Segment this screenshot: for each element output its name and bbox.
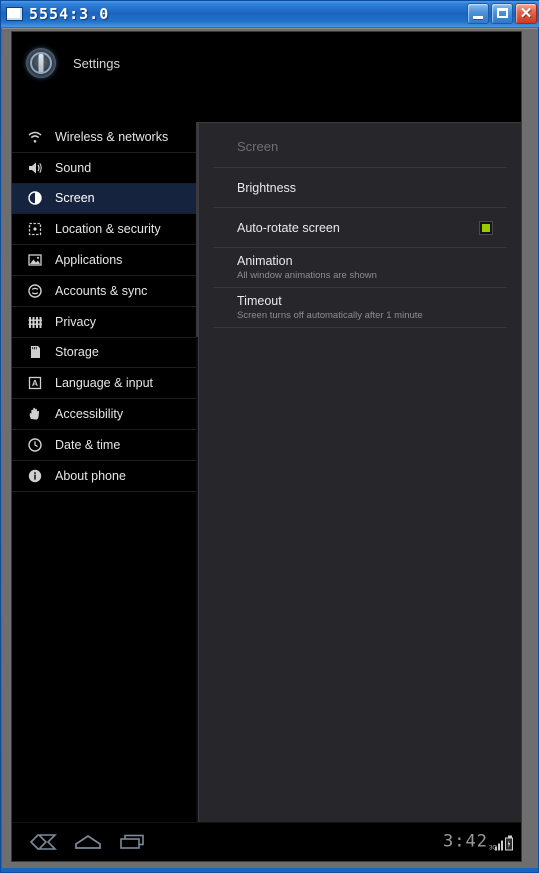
sidebar-item-language-input[interactable]: A Language & input: [12, 368, 199, 400]
window-icon: [6, 7, 23, 21]
panel-title: Screen: [237, 139, 279, 154]
recent-apps-icon: [118, 833, 146, 851]
applications-image-icon: [26, 252, 43, 269]
sidebar-item-label: Storage: [55, 345, 99, 360]
status-clock: 3:42: [443, 831, 488, 852]
settings-header: Settings: [12, 39, 521, 87]
sidebar-item-location-security[interactable]: Location & security: [12, 214, 199, 246]
sidebar-item-label: Language & input: [55, 376, 154, 391]
sidebar-item-label: About phone: [55, 468, 126, 483]
sidebar-item-privacy[interactable]: Privacy: [12, 307, 199, 338]
status-area: 3:42 3G: [443, 831, 513, 852]
minimize-button[interactable]: [467, 3, 489, 24]
svg-text:A: A: [31, 378, 37, 388]
settings-sidebar: Wireless & networks Sound Screen Locatio…: [12, 122, 199, 822]
list-bottom-divider: [213, 327, 507, 328]
recent-apps-button[interactable]: [110, 827, 154, 857]
row-text-group: Brightness: [237, 181, 296, 195]
brightness-icon: [26, 190, 43, 207]
sidebar-item-label: Sound: [55, 160, 92, 175]
battery-charging-icon: [505, 835, 513, 851]
sidebar-item-date-time[interactable]: Date & time: [12, 430, 199, 461]
window-titlebar[interactable]: 5554:3.0 ✕: [1, 1, 539, 27]
settings-gear-icon: [26, 48, 56, 78]
speaker-icon: [26, 159, 43, 176]
row-title: Animation: [237, 254, 293, 268]
row-text-group: Animation All window animations are show…: [237, 254, 377, 281]
setting-row-brightness[interactable]: Brightness: [213, 167, 507, 207]
setting-row-timeout[interactable]: Timeout Screen turns off automatically a…: [213, 287, 507, 327]
row-subtitle: All window animations are shown: [237, 270, 377, 281]
row-text-group: Auto-rotate screen: [237, 221, 340, 235]
signal-3g-icon: 3G: [489, 838, 503, 852]
row-control[interactable]: [479, 220, 493, 235]
hand-icon: [26, 406, 43, 423]
sidebar-item-label: Location & security: [55, 222, 161, 237]
sidebar-item-about-phone[interactable]: About phone: [12, 461, 199, 492]
sidebar-item-label: Date & time: [55, 437, 121, 452]
sidebar-item-storage[interactable]: Storage: [12, 338, 199, 369]
privacy-fence-icon: [26, 313, 43, 330]
sidebar-item-accessibility[interactable]: Accessibility: [12, 399, 199, 430]
checkbox-checked-fill: [482, 223, 490, 232]
page-title: Settings: [73, 55, 120, 71]
info-icon: [26, 467, 43, 484]
bezel-bottom-edge: [11, 863, 522, 868]
home-icon: [73, 833, 103, 851]
row-title: Timeout: [237, 294, 282, 308]
location-grid-icon: [26, 221, 43, 238]
close-icon: ✕: [519, 5, 533, 22]
auto-rotate-checkbox[interactable]: [479, 220, 493, 235]
sidebar-item-applications[interactable]: Applications: [12, 245, 199, 276]
sync-icon: [26, 282, 43, 299]
row-title: Auto-rotate screen: [237, 220, 340, 235]
back-icon: [29, 833, 59, 851]
android-navigation-bar: 3:42 3G: [12, 822, 521, 861]
row-subtitle: Screen turns off automatically after 1 m…: [237, 310, 423, 321]
sdcard-icon: [26, 344, 43, 361]
row-title: Brightness: [237, 180, 297, 195]
window-controls: ✕: [467, 3, 537, 24]
setting-row-auto-rotate-screen[interactable]: Auto-rotate screen: [213, 207, 507, 247]
sidebar-item-label: Accounts & sync: [55, 283, 148, 298]
sidebar-item-wireless-networks[interactable]: Wireless & networks: [12, 122, 199, 153]
network-type-label: 3G: [489, 845, 498, 852]
maximize-button[interactable]: [491, 3, 513, 24]
row-text-group: Timeout Screen turns off automatically a…: [237, 294, 423, 321]
home-button[interactable]: [66, 827, 110, 857]
close-button[interactable]: ✕: [515, 3, 537, 24]
clock-icon: [26, 436, 43, 453]
sidebar-item-label: Screen: [55, 191, 95, 206]
sidebar-item-label: Accessibility: [55, 407, 124, 422]
android-screen: Settings Wireless & networks Sound Scree…: [12, 32, 521, 861]
emulator-bezel: Settings Wireless & networks Sound Scree…: [2, 28, 538, 868]
sidebar-item-label: Wireless & networks: [55, 129, 169, 144]
battery-bolt: [507, 839, 511, 849]
sidebar-item-label: Privacy: [55, 314, 96, 329]
emulator-screen-frame: Settings Wireless & networks Sound Scree…: [11, 31, 522, 862]
sidebar-item-sound[interactable]: Sound: [12, 153, 199, 184]
language-a-icon: A: [26, 375, 43, 392]
wifi-icon: [26, 128, 43, 145]
emulator-window: 5554:3.0 ✕ Settings Wireless & networks …: [0, 0, 539, 873]
maximize-icon: [497, 8, 508, 18]
sidebar-item-label: Applications: [55, 253, 123, 268]
screen-settings-panel: Screen Brightness Auto-rotate screen Ani…: [198, 122, 521, 834]
sidebar-item-accounts-sync[interactable]: Accounts & sync: [12, 276, 199, 307]
window-title: 5554:3.0: [29, 5, 110, 23]
minimize-icon: [473, 16, 483, 19]
back-button[interactable]: [22, 827, 66, 857]
sidebar-item-screen[interactable]: Screen: [12, 183, 199, 215]
setting-row-animation[interactable]: Animation All window animations are show…: [213, 247, 507, 287]
